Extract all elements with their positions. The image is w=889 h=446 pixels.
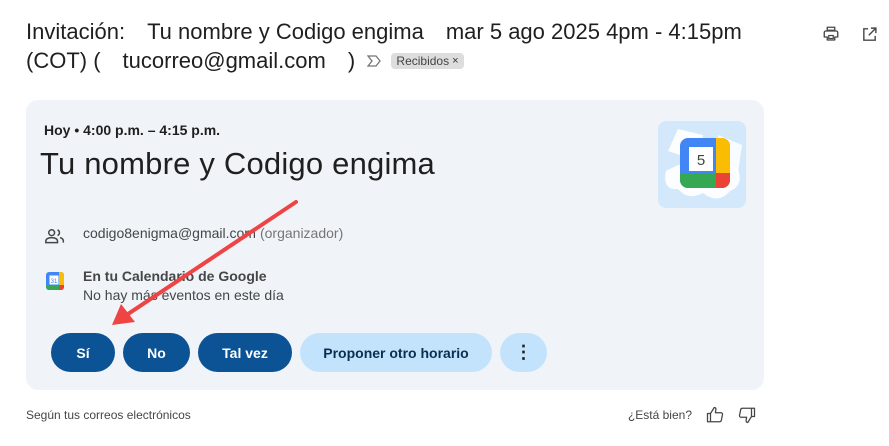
calendar-illustration-day: 5 [697, 152, 705, 169]
open-in-new-window-icon[interactable] [859, 24, 879, 44]
print-icon[interactable] [821, 24, 841, 44]
rsvp-yes-button[interactable]: Sí [51, 333, 115, 372]
important-marker-icon[interactable] [366, 46, 382, 74]
google-calendar-icon: 31 [44, 270, 66, 292]
more-options-button[interactable]: ⋮ [500, 333, 547, 372]
rsvp-no-button[interactable]: No [123, 333, 190, 372]
thumbs-up-icon[interactable] [706, 406, 724, 424]
feedback-area: ¿Está bien? [628, 406, 756, 424]
calendar-illustration: 5 [658, 121, 746, 208]
event-title: Tu nombre y Codigo engima [40, 146, 435, 181]
organizer-row: codigo8enigma@gmail.com (organizador) [44, 225, 343, 247]
organizer-email[interactable]: codigo8enigma@gmail.com [83, 225, 256, 241]
calendar-heading: En tu Calendario de Google [83, 268, 267, 284]
event-time: Hoy • 4:00 p.m. – 4:15 p.m. [44, 122, 221, 138]
people-icon [44, 225, 66, 247]
rsvp-maybe-button[interactable]: Tal vez [198, 333, 292, 372]
label-chip-text: Recibidos [396, 54, 450, 68]
message-actions [821, 24, 879, 44]
subject-event-name: Tu nombre y Codigo engima [147, 19, 424, 44]
subject-prefix: Invitación: [26, 19, 126, 44]
calendar-icon-day: 31 [51, 279, 58, 285]
footer-source-text: Según tus correos electrónicos [26, 408, 191, 422]
calendar-invite-card: Hoy • 4:00 p.m. – 4:15 p.m. Tu nombre y … [26, 100, 764, 390]
subject-close-paren: ) [347, 48, 356, 73]
subject-email: tucorreo@gmail.com [122, 48, 326, 73]
remove-label-icon[interactable]: × [452, 53, 458, 69]
calendar-status: No hay más eventos en este día [83, 287, 284, 303]
label-chip-inbox[interactable]: Recibidos × [391, 53, 464, 69]
subject-timezone: (COT) ( [26, 48, 101, 73]
organizer-role: (organizador) [259, 225, 344, 241]
email-subject: Invitación: Tu nombre y Codigo engima mar … [26, 18, 786, 75]
thumbs-down-icon[interactable] [738, 406, 756, 424]
rsvp-buttons: Sí No Tal vez Proponer otro horario ⋮ [51, 333, 547, 372]
subject-datetime: mar 5 ago 2025 4pm - 4:15pm [445, 19, 742, 44]
propose-new-time-button[interactable]: Proponer otro horario [300, 333, 492, 372]
feedback-question: ¿Está bien? [627, 408, 692, 422]
calendar-row: 31 En tu Calendario de Google No hay más… [44, 267, 284, 305]
